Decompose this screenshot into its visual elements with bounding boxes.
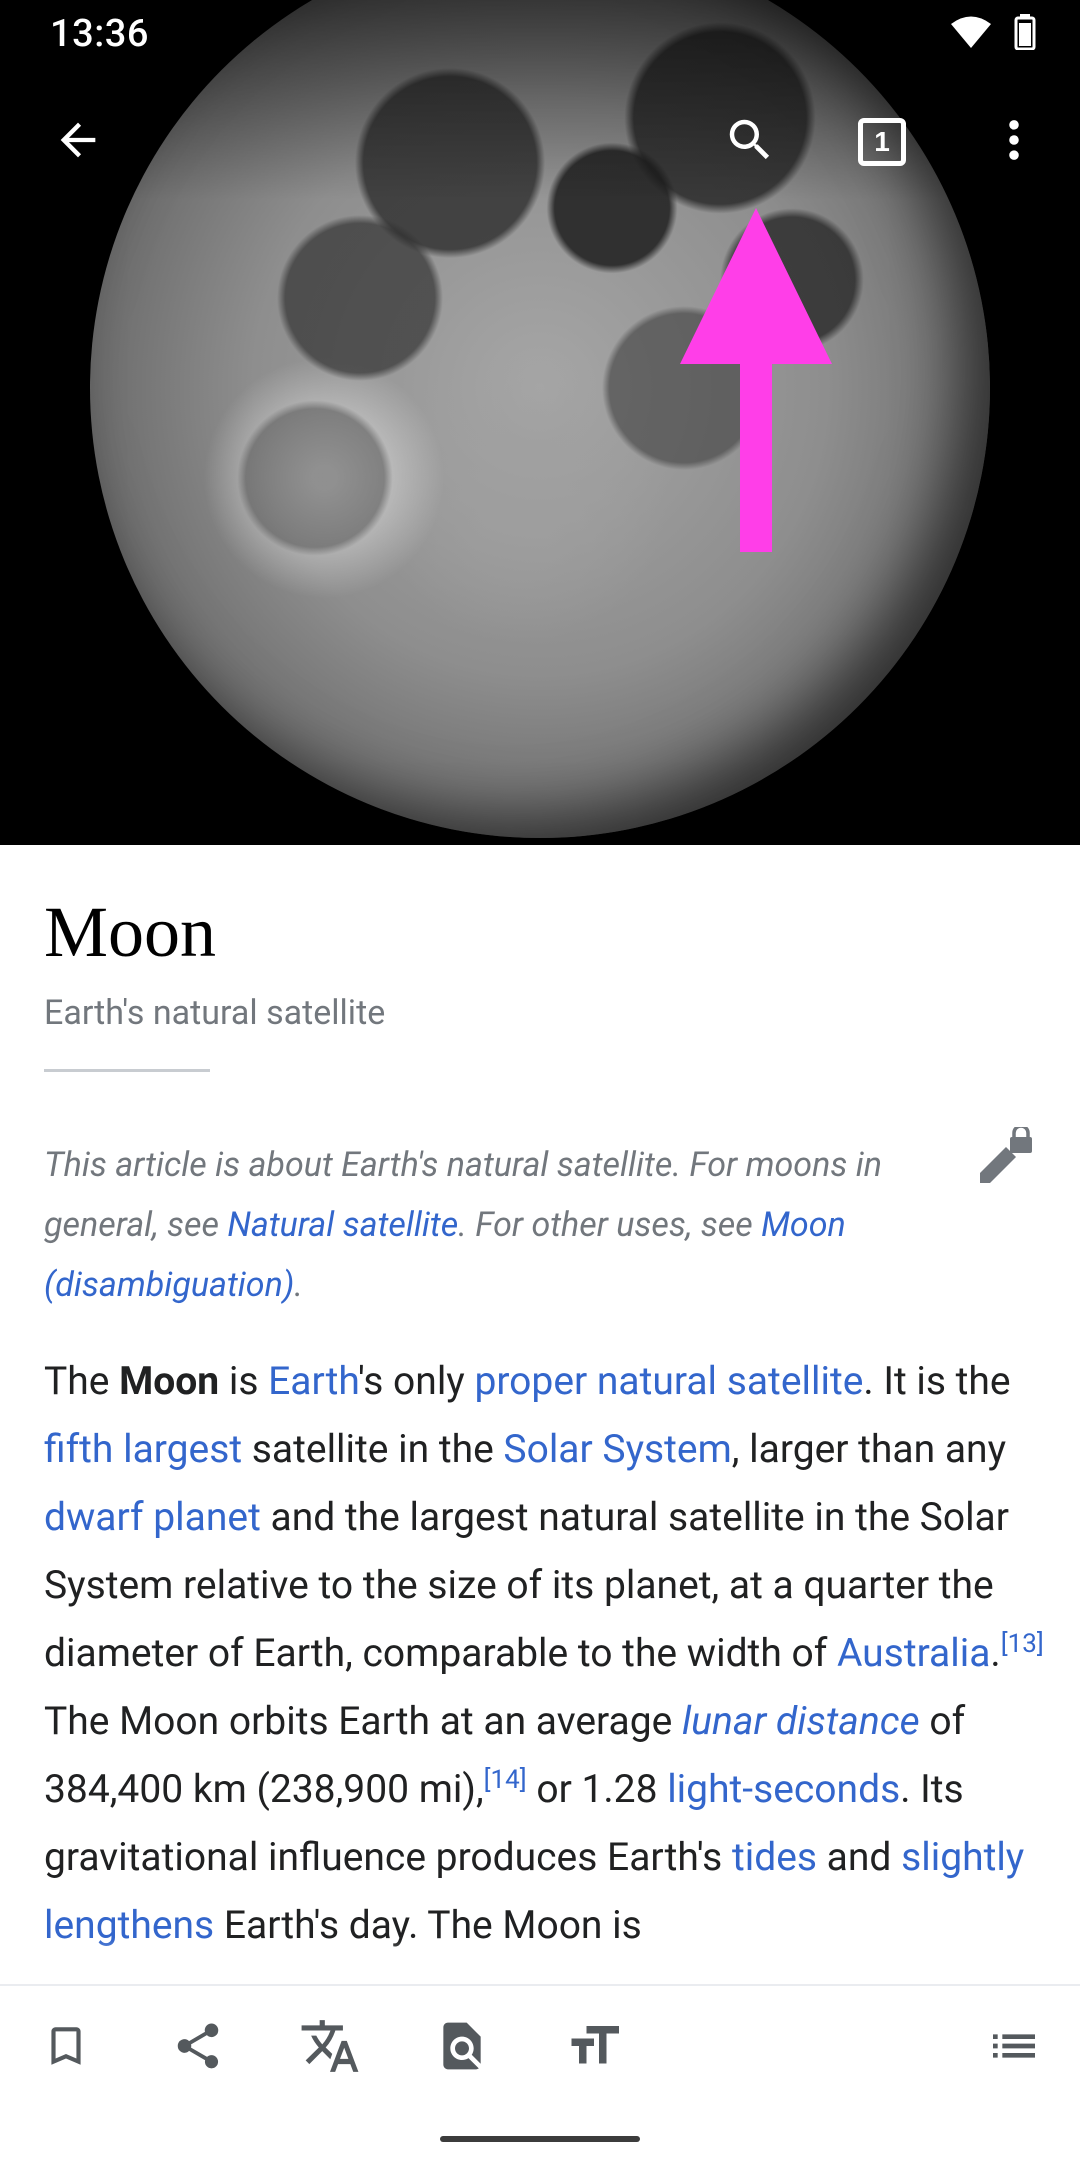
share-button[interactable] <box>150 2000 246 2096</box>
lead-paragraph: The Moon is Earth's only proper natural … <box>44 1347 1044 1959</box>
bottom-toolbar <box>0 1984 1080 2100</box>
pointer-arrow-icon <box>680 208 832 558</box>
page-description: Earth's natural satellite <box>44 993 386 1033</box>
link-natural-satellite[interactable]: Natural satellite <box>227 1205 458 1245</box>
pencil-lock-icon <box>970 1124 1034 1195</box>
title-divider <box>44 1069 210 1072</box>
wifi-icon <box>950 15 992 53</box>
link-australia[interactable]: Australia <box>837 1630 990 1676</box>
reference-13[interactable]: [13] <box>1001 1629 1044 1659</box>
link-dwarf-planet[interactable]: dwarf planet <box>44 1494 261 1540</box>
status-icons <box>950 14 1036 54</box>
hatnote-text: . For other uses, see <box>458 1205 762 1245</box>
link-fifth-largest[interactable]: fifth largest <box>44 1426 242 1472</box>
language-button[interactable] <box>282 2000 378 2096</box>
page-title: Moon <box>44 892 217 972</box>
search-button[interactable] <box>702 94 798 190</box>
bold-term: Moon <box>119 1358 220 1404</box>
paragraph-text: satellite in the <box>242 1426 504 1472</box>
paragraph-text: The <box>44 1358 120 1404</box>
link-lunar-distance[interactable]: lunar distance <box>682 1698 920 1744</box>
text-size-icon <box>564 2016 624 2080</box>
more-options-button[interactable] <box>966 94 1062 190</box>
paragraph-text: , larger than any <box>731 1426 1007 1472</box>
battery-icon <box>1014 14 1036 54</box>
paragraph-text: The Moon orbits Earth at an average <box>44 1698 682 1744</box>
find-in-page-icon <box>434 2018 490 2078</box>
reference-14[interactable]: [14] <box>484 1765 527 1795</box>
tabs-button[interactable]: 1 <box>834 94 930 190</box>
paragraph-text: or 1.28 <box>526 1766 668 1812</box>
content-fade <box>0 1940 1080 1986</box>
status-bar: 13:36 <box>0 0 1080 70</box>
gesture-nav-bar[interactable] <box>440 2136 640 2142</box>
link-light-seconds[interactable]: light-seconds <box>667 1766 900 1812</box>
link-proper-natural-satellite[interactable]: proper natural satellite <box>474 1358 863 1404</box>
find-in-page-button[interactable] <box>414 2000 510 2096</box>
bookmark-icon <box>41 2021 91 2075</box>
link-solar-system[interactable]: Solar System <box>503 1426 731 1472</box>
arrow-left-icon <box>52 114 104 170</box>
contents-list-icon <box>986 2018 1042 2078</box>
paragraph-text: . It is the <box>863 1358 1011 1404</box>
contents-button[interactable] <box>966 2000 1062 2096</box>
link-earth[interactable]: Earth <box>268 1358 358 1404</box>
back-button[interactable] <box>30 94 126 190</box>
search-icon <box>723 113 777 171</box>
hatnote: This article is about Earth's natural sa… <box>44 1135 924 1315</box>
paragraph-text: . <box>990 1630 1001 1676</box>
translate-icon <box>299 2015 361 2081</box>
text-settings-button[interactable] <box>546 2000 642 2096</box>
edit-protected-button[interactable] <box>970 1124 1034 1195</box>
hatnote-text: . <box>294 1265 304 1305</box>
share-icon <box>171 2019 225 2077</box>
status-time: 13:36 <box>50 12 149 56</box>
save-button[interactable] <box>18 2000 114 2096</box>
paragraph-text: and <box>817 1834 902 1880</box>
more-vert-icon <box>988 114 1040 170</box>
paragraph-text: is <box>219 1358 269 1404</box>
link-tides[interactable]: tides <box>732 1834 817 1880</box>
paragraph-text: 's only <box>357 1358 475 1404</box>
tab-count-badge: 1 <box>858 118 906 166</box>
